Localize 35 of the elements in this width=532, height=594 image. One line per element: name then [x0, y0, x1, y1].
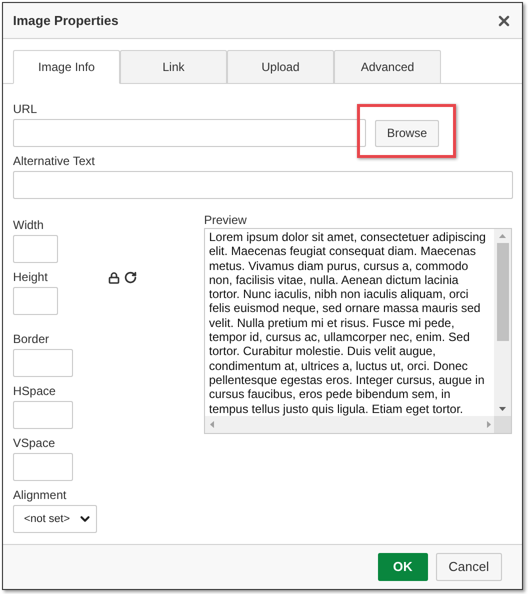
scroll-right-arrow-icon[interactable]	[487, 421, 491, 428]
ok-button[interactable]: OK	[378, 553, 428, 581]
tab[interactable]: Image Info	[13, 50, 120, 84]
alt-text-field[interactable]	[13, 171, 513, 199]
scrollbar-corner	[494, 416, 511, 433]
window-title: Image Properties	[13, 12, 118, 30]
field-label: VSpace	[13, 435, 56, 451]
field-label: Alignment	[13, 487, 68, 503]
field-label: Preview	[204, 213, 248, 227]
lock-icon[interactable]	[108, 272, 120, 284]
scroll-up-arrow-icon[interactable]	[499, 234, 506, 238]
field-label: Width	[13, 217, 45, 233]
input-field[interactable]	[13, 287, 58, 315]
tab[interactable]: Upload	[227, 50, 334, 84]
browse-button[interactable]: Browse	[375, 120, 440, 146]
field-label: Alternative Text	[13, 153, 96, 169]
input-field[interactable]	[13, 453, 73, 481]
field-label: Height	[13, 269, 49, 285]
tab[interactable]: Link	[120, 50, 227, 84]
reset-size-icon[interactable]	[124, 271, 137, 284]
input-field[interactable]	[13, 235, 58, 263]
cancel-button[interactable]: Cancel	[436, 553, 502, 581]
scroll-left-arrow-icon[interactable]	[210, 421, 214, 428]
field-label: URL	[13, 101, 38, 117]
input-field[interactable]	[13, 401, 73, 429]
vertical-scrollbar[interactable]	[494, 229, 511, 416]
input-field[interactable]	[13, 349, 73, 377]
scroll-down-arrow-icon[interactable]	[499, 407, 506, 411]
field-label: Border	[13, 331, 50, 347]
preview-text: Lorem ipsum dolor sit amet, consectetuer adipiscing elit. Maecenas feugiat consequat diam. Maecenas metus. Vivamus diam purus, cursus a, commodo non, facilisis vitae, nulla. Aenean dictum lacinia tortor. Nunc iaculis, nibh non iaculis aliquam, orci felis euismod neque, sed ornare massa mauris sed velit. Nulla pretium mi et risus. Fusce mi pede, tempor id, cursus ac, ullamcorper nec, enim. Sed tortor. Curabitur molestie. Duis velit augue, condimentum at, ultrices a, luctus ut, orci. Donec pellentesque egestas eros. Integer cursus, augue in cursus faucibus, eros pede bibendum sem, in tempus tellus justo quis ligula. Etiam eget tortor.	[208, 229, 487, 418]
alignment-select[interactable]: <not set>	[13, 505, 97, 533]
field-label: HSpace	[13, 383, 57, 399]
horizontal-scrollbar[interactable]	[205, 416, 496, 433]
tab[interactable]: Advanced	[334, 50, 441, 84]
url-field[interactable]	[13, 119, 366, 147]
